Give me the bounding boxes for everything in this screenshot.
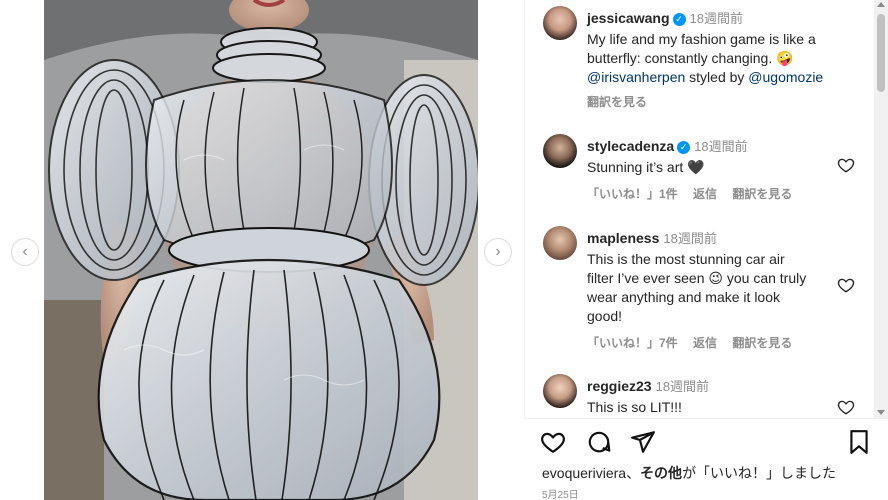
comment-item: reggiez23 18週間前 This is so LIT!!! (543, 374, 863, 418)
comment-time[interactable]: 18週間前 (694, 139, 747, 154)
comment-text-line-4: good! (587, 308, 623, 324)
comment-heart-icon[interactable] (837, 276, 855, 294)
liked-by-tail: が「いいね！」しました (682, 465, 837, 481)
previous-photo-button[interactable]: ‹ (11, 238, 39, 266)
commenter-username[interactable]: reggiez23 (587, 378, 652, 394)
commenter-avatar[interactable] (543, 134, 577, 168)
reply-button[interactable]: 返信 (693, 187, 717, 201)
scrollbar-thumb[interactable] (877, 14, 885, 92)
comment-item: mapleness 18週間前 This is the most stunning… (543, 226, 863, 356)
liked-by-others-link[interactable]: その他 (640, 465, 682, 481)
commenter-username[interactable]: stylecadenza (587, 138, 674, 154)
caption-styled-by: styled by (685, 69, 749, 85)
comment-text-line-2: filter I’ve ever seen 😉 you can truly (587, 270, 807, 286)
comment-likes-count[interactable]: 「いいね！」7件 (587, 336, 678, 350)
comment-heart-icon[interactable] (837, 398, 855, 416)
liked-by-separator: 、 (626, 465, 641, 481)
comment-heart-icon[interactable] (837, 156, 855, 174)
comment-text-line-1: This is the most stunning car air (587, 251, 785, 267)
author-username[interactable]: jessicawang (587, 10, 670, 26)
heart-icon[interactable] (540, 429, 566, 455)
post-time[interactable]: 18週間前 (690, 11, 743, 26)
post-photo[interactable] (44, 0, 478, 500)
post-date[interactable]: 5月25日 (542, 486, 579, 500)
mention-link[interactable]: @ugomozie (748, 69, 823, 85)
comment-time[interactable]: 18週間前 (663, 231, 716, 246)
comment-text: This is so LIT!!! (587, 399, 682, 415)
comment-icon[interactable] (586, 429, 612, 455)
liked-by-text: evoqueriviera、その他が「いいね！」しました (542, 463, 836, 483)
next-photo-button[interactable]: › (484, 238, 512, 266)
post-action-bar: evoqueriviera、その他が「いいね！」しました 5月25日 (524, 418, 888, 500)
dress-illustration (44, 0, 478, 500)
translate-button[interactable]: 翻訳を見る (732, 336, 792, 350)
translate-button[interactable]: 翻訳を見る (732, 187, 792, 201)
comment-likes-count[interactable]: 「いいね！」1件 (587, 187, 678, 201)
verified-badge-icon: ✓ (677, 141, 691, 154)
share-icon[interactable] (630, 429, 656, 455)
liked-by-username[interactable]: evoqueriviera (542, 465, 626, 481)
comment-text: Stunning it’s art 🖤 (587, 159, 705, 175)
verified-badge-icon: ✓ (672, 13, 686, 26)
author-avatar[interactable] (543, 6, 577, 40)
post-media-area: ‹ › (0, 0, 524, 500)
reply-button[interactable]: 返信 (693, 336, 717, 350)
bookmark-icon[interactable] (846, 429, 872, 455)
comment-time[interactable]: 18週間前 (656, 379, 709, 394)
scroll-up-arrow-icon[interactable] (877, 2, 885, 7)
chevron-left-icon: ‹ (22, 243, 28, 260)
caption-line-2: butterfly: constantly changing. 🤪 (587, 50, 794, 66)
commenter-avatar[interactable] (543, 226, 577, 260)
mention-link[interactable]: @irisvanherpen (587, 69, 685, 85)
scroll-down-arrow-icon[interactable] (877, 410, 885, 415)
translate-button[interactable]: 翻訳を見る (587, 95, 647, 109)
comment-item: stylecadenza ✓ 18週間前 Stunning it’s art 🖤 「… (543, 134, 863, 204)
post-caption: jessicawang ✓ 18週間前 My life and my fashion… (543, 6, 863, 112)
comment-text-line-3: wear anything and make it look (587, 289, 780, 305)
caption-line-1: My life and my fashion game is like a (587, 31, 816, 47)
comments-scrollbar[interactable] (874, 0, 888, 418)
commenter-avatar[interactable] (543, 374, 577, 408)
commenter-username[interactable]: mapleness (587, 230, 659, 246)
chevron-right-icon: › (495, 243, 501, 260)
